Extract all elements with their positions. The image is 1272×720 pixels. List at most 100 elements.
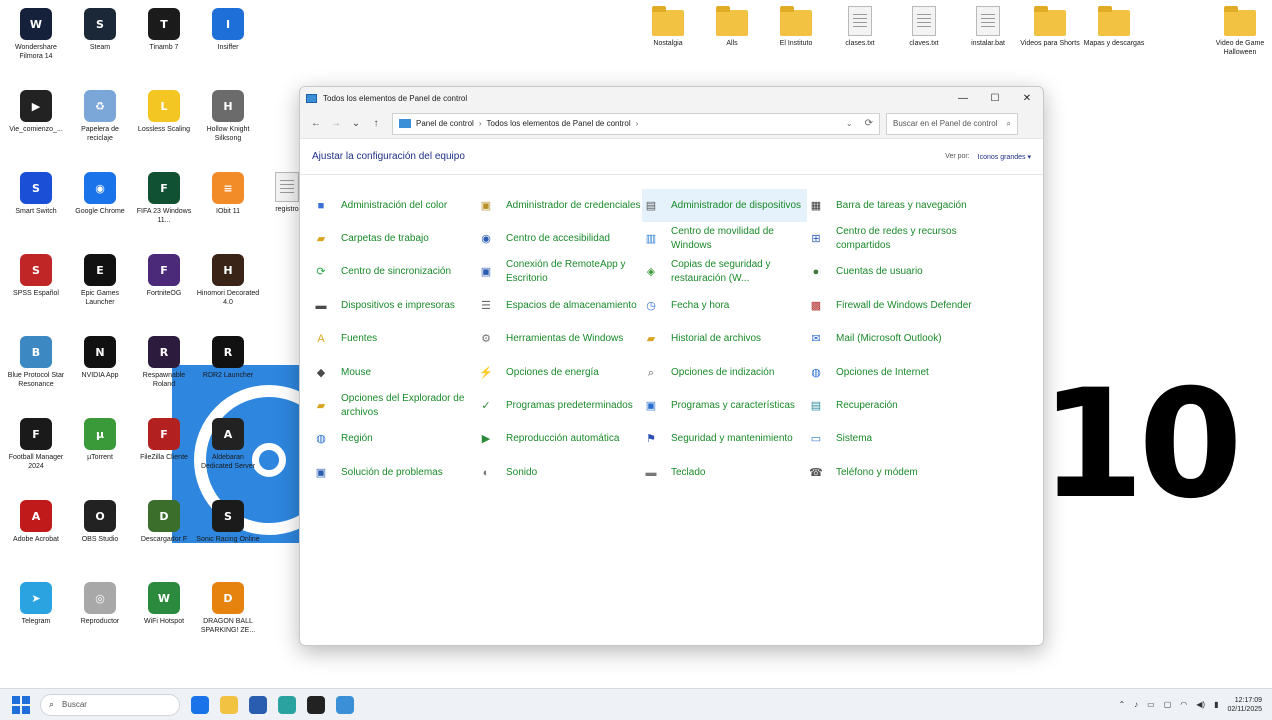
control-panel-item[interactable]: ⚑ Seguridad y mantenimiento: [642, 423, 807, 456]
control-panel-item[interactable]: ▣ Conexión de RemoteApp y Escritorio: [477, 256, 642, 289]
control-panel-item[interactable]: ◍ Región: [312, 423, 477, 456]
file-explorer-taskbar-icon[interactable]: [220, 695, 238, 714]
breadcrumb-control-panel[interactable]: Panel de control: [416, 119, 474, 128]
control-panel-item[interactable]: A Fuentes: [312, 323, 477, 356]
obs-taskbar-icon[interactable]: [307, 695, 325, 714]
back-arrow-icon[interactable]: ←: [306, 118, 326, 129]
desktop-icon[interactable]: Mapas y descargas: [1082, 6, 1146, 48]
chevron-right-icon[interactable]: ›: [479, 119, 482, 128]
control-panel-item[interactable]: ✓ Programas predeterminados: [477, 389, 642, 422]
control-panel-item[interactable]: ● Cuentas de usuario: [807, 256, 972, 289]
desktop-icon[interactable]: clases.txt: [828, 6, 892, 48]
forward-arrow-icon[interactable]: →: [326, 118, 346, 129]
maximize-button[interactable]: ☐: [979, 87, 1011, 109]
desktop-icon[interactable]: S Steam: [68, 8, 132, 52]
close-button[interactable]: ✕: [1011, 87, 1043, 109]
desktop-icon[interactable]: Videos para Shorts: [1018, 6, 1082, 48]
chrome-taskbar-icon[interactable]: [191, 695, 209, 714]
control-panel-item[interactable]: ☰ Espacios de almacenamiento: [477, 289, 642, 322]
desktop-icon[interactable]: D Descargador F: [132, 500, 196, 544]
control-panel-item[interactable]: ▬ Dispositivos e impresoras: [312, 289, 477, 322]
desktop-icon[interactable]: ◎ Reproductor: [68, 582, 132, 626]
desktop-icon[interactable]: R RDR2 Launcher: [196, 336, 260, 380]
desktop-icon[interactable]: Alls: [700, 6, 764, 48]
desktop-icon[interactable]: Video de Game Halloween: [1208, 6, 1272, 57]
desktop-icon[interactable]: ≡ IObit 11: [196, 172, 260, 216]
up-arrow-icon[interactable]: ↑: [366, 118, 386, 129]
view-by-dropdown[interactable]: Iconos grandes ▾: [978, 153, 1031, 161]
control-panel-item[interactable]: ⌕ Opciones de indización: [642, 356, 807, 389]
desktop-icon[interactable]: F FIFA 23 Windows 11...: [132, 172, 196, 225]
control-panel-item[interactable]: ▥ Centro de movilidad de Windows: [642, 222, 807, 255]
desktop-icon[interactable]: instalar.bat: [956, 6, 1020, 48]
clock[interactable]: 12:17:09 02/11/2025: [1227, 696, 1262, 714]
control-panel-item[interactable]: ▣ Administrador de credenciales: [477, 189, 642, 222]
desktop-icon[interactable]: F FileZilla Cliente: [132, 418, 196, 462]
tray-icon[interactable]: ♪: [1134, 700, 1138, 709]
desktop-icon[interactable]: B Blue Protocol Star Resonance: [4, 336, 68, 389]
desktop-icon[interactable]: L Lossless Scaling: [132, 90, 196, 134]
taskbar-search[interactable]: ⌕ Buscar: [40, 693, 180, 716]
tray-icon[interactable]: ⌃: [1118, 700, 1125, 709]
search-icon[interactable]: ⌕: [1007, 119, 1011, 129]
control-panel-item[interactable]: ▰ Historial de archivos: [642, 323, 807, 356]
control-panel-item[interactable]: ◈ Copias de seguridad y restauración (W..…: [642, 256, 807, 289]
breadcrumb-all-items[interactable]: Todos los elementos de Panel de control: [487, 119, 631, 128]
breadcrumb[interactable]: Panel de control › Todos los elementos d…: [392, 112, 880, 135]
control-panel-item[interactable]: ▶ Reproducción automática: [477, 423, 642, 456]
control-panel-item[interactable]: ▣ Programas y características: [642, 389, 807, 422]
control-panel-item[interactable]: ⟳ Centro de sincronización: [312, 256, 477, 289]
desktop-icon[interactable]: ▶ Vie_comienzo_...: [4, 90, 68, 134]
desktop-icon[interactable]: A Aldebaran Dedicated Server: [196, 418, 260, 471]
desktop-icon[interactable]: claves.txt: [892, 6, 956, 48]
control-panel-item[interactable]: ◷ Fecha y hora: [642, 289, 807, 322]
tray-icon[interactable]: ▭: [1147, 700, 1155, 709]
control-panel-item[interactable]: ▦ Barra de tareas y navegación: [807, 189, 972, 222]
control-panel-item[interactable]: ▩ Firewall de Windows Defender: [807, 289, 972, 322]
minimize-button[interactable]: —: [947, 87, 979, 109]
desktop-icon[interactable]: ◉ Google Chrome: [68, 172, 132, 216]
desktop-icon[interactable]: ➤ Telegram: [4, 582, 68, 626]
tray-icon[interactable]: ▮: [1214, 700, 1218, 709]
desktop-icon[interactable]: S Sonic Racing Online: [196, 500, 260, 544]
desktop-icon[interactable]: W WiFi Hotspot: [132, 582, 196, 626]
desktop-icon[interactable]: A Adobe Acrobat: [4, 500, 68, 544]
control-panel-item[interactable]: ◆ Mouse: [312, 356, 477, 389]
desktop-icon[interactable]: El Instituto: [764, 6, 828, 48]
control-panel-item[interactable]: ✉ Mail (Microsoft Outlook): [807, 323, 972, 356]
refresh-icon[interactable]: ⟳: [865, 118, 873, 129]
search-input[interactable]: Buscar en el Panel de control ⌕: [886, 112, 1018, 135]
desktop-icon[interactable]: T Tinamb 7: [132, 8, 196, 52]
control-panel-item[interactable]: ▰ Carpetas de trabajo: [312, 222, 477, 255]
desktop-icon[interactable]: W Wondershare Filmora 14: [4, 8, 68, 61]
recent-locations-icon[interactable]: ⌄: [346, 118, 366, 129]
control-panel-taskbar-icon[interactable]: [336, 695, 354, 714]
edge-taskbar-icon[interactable]: [278, 695, 296, 714]
control-panel-item[interactable]: ⊞ Centro de redes y recursos compartidos: [807, 222, 972, 255]
store-taskbar-icon[interactable]: [249, 695, 267, 714]
control-panel-item[interactable]: ◍ Opciones de Internet: [807, 356, 972, 389]
desktop-icon[interactable]: H Hollow Knight Silksong: [196, 90, 260, 143]
desktop-icon[interactable]: S SPSS Español: [4, 254, 68, 298]
chevron-down-icon[interactable]: ⌄: [846, 119, 853, 128]
control-panel-item[interactable]: ◉ Centro de accesibilidad: [477, 222, 642, 255]
desktop-icon[interactable]: µ µTorrent: [68, 418, 132, 462]
control-panel-item[interactable]: ▬ Teclado: [642, 456, 807, 489]
tray-icon[interactable]: ◀): [1196, 700, 1205, 709]
desktop-icon[interactable]: R Respawnable Roland: [132, 336, 196, 389]
desktop-icon[interactable]: I Insiffer: [196, 8, 260, 52]
tray-icon[interactable]: ▢: [1164, 700, 1172, 709]
desktop-icon[interactable]: S Smart Switch: [4, 172, 68, 216]
control-panel-item[interactable]: ◐ Sonido: [477, 456, 642, 489]
desktop-icon[interactable]: N NVIDIA App: [68, 336, 132, 380]
control-panel-item[interactable]: ⚡ Opciones de energía: [477, 356, 642, 389]
tray-icon[interactable]: ◠: [1180, 700, 1187, 709]
control-panel-item[interactable]: ■ Administración del color: [312, 189, 477, 222]
desktop-icon[interactable]: E Epic Games Launcher: [68, 254, 132, 307]
desktop-icon[interactable]: F FortniteOG: [132, 254, 196, 298]
desktop-icon[interactable]: D DRAGON BALL SPARKING! ZE...: [196, 582, 260, 635]
desktop-icon[interactable]: O OBS Studio: [68, 500, 132, 544]
start-button[interactable]: [12, 695, 30, 714]
control-panel-item[interactable]: ⚙ Herramientas de Windows: [477, 323, 642, 356]
control-panel-item[interactable]: ☎ Teléfono y módem: [807, 456, 972, 489]
